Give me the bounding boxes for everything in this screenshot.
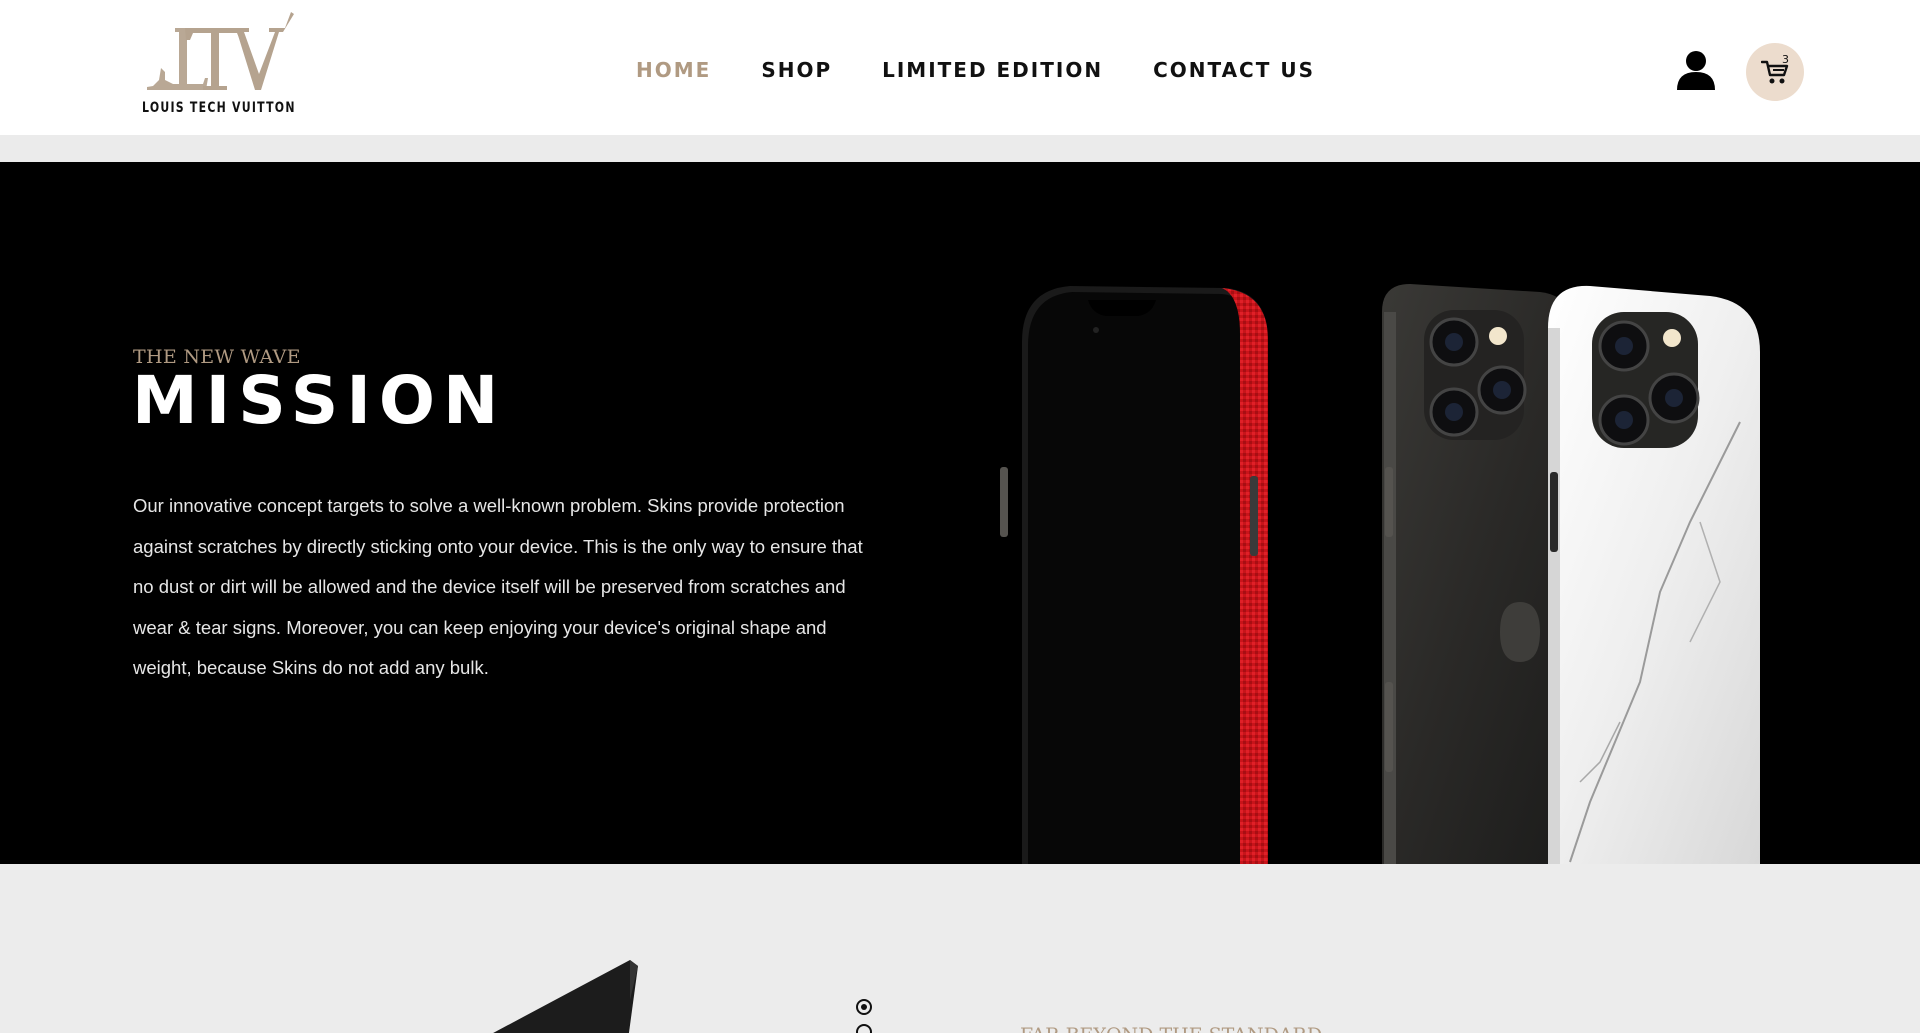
mission-hero: THE NEW WAVE MISSION Our innovative conc… xyxy=(0,162,1920,864)
user-icon[interactable] xyxy=(1675,50,1717,90)
carbon-skin-image xyxy=(493,960,638,1033)
section-eyebrow: FAR BEYOND THE STANDARD xyxy=(1020,1024,1322,1033)
brand-name: LOUIS TECH VUITTON xyxy=(142,100,296,116)
hero-title: MISSION xyxy=(132,362,507,439)
header-divider xyxy=(0,135,1920,162)
cart-count-badge: 3 xyxy=(1782,53,1789,66)
site-header: LOUIS TECH VUITTON HOME SHOP LIMITED EDI… xyxy=(0,0,1920,135)
cart-button[interactable]: 3 xyxy=(1746,43,1804,101)
ltv-monogram-icon xyxy=(147,12,294,90)
nav-home[interactable]: HOME xyxy=(636,58,711,82)
main-nav: HOME SHOP LIMITED EDITION CONTACT US xyxy=(636,58,1365,82)
nav-shop[interactable]: SHOP xyxy=(761,58,832,82)
nav-limited-edition[interactable]: LIMITED EDITION xyxy=(882,58,1103,82)
phones-image xyxy=(1000,284,1760,864)
slider-dot-2[interactable] xyxy=(856,1024,872,1033)
slider-dot-1[interactable] xyxy=(856,999,872,1015)
nav-contact-us[interactable]: CONTACT US xyxy=(1153,58,1315,82)
standard-section: FAR BEYOND THE STANDARD xyxy=(0,864,1920,1033)
hero-description: Our innovative concept targets to solve … xyxy=(133,495,863,679)
brand-logo[interactable]: LOUIS TECH VUITTON xyxy=(140,8,300,118)
